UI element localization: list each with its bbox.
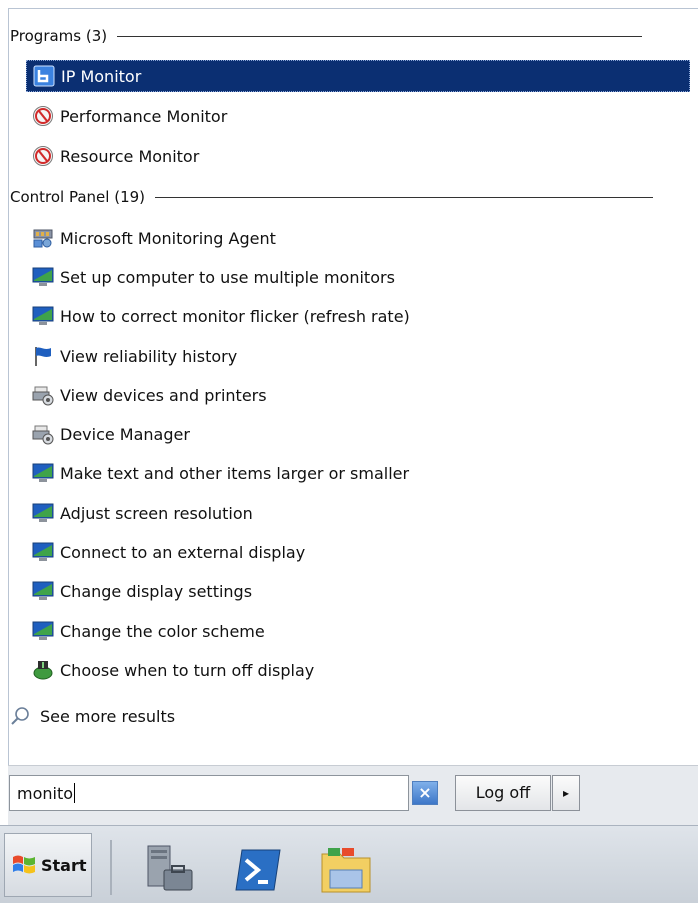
search-input[interactable]: monito: [9, 775, 409, 811]
result-reliability-history[interactable]: View reliability history: [26, 340, 690, 372]
device-manager-icon: [32, 425, 54, 445]
display-icon: [32, 503, 54, 522]
ip-monitor-icon: [33, 65, 55, 87]
result-label: View devices and printers: [60, 385, 267, 405]
result-label: Make text and other items larger or smal…: [60, 463, 410, 483]
result-device-manager[interactable]: Device Manager: [26, 418, 690, 450]
divider: [155, 196, 654, 198]
group-header-label: Control Panel (19): [10, 188, 146, 206]
result-label: How to correct monitor flicker (refresh …: [60, 306, 410, 326]
log-off-button[interactable]: Log off: [455, 775, 551, 811]
result-label: Performance Monitor: [60, 106, 228, 126]
result-color-scheme[interactable]: Change the color scheme: [26, 615, 690, 647]
result-label: IP Monitor: [61, 66, 142, 86]
result-text-size[interactable]: Make text and other items larger or smal…: [26, 457, 690, 489]
result-multiple-monitors[interactable]: Set up computer to use multiple monitors: [26, 261, 690, 293]
result-performance-monitor[interactable]: Performance Monitor: [26, 100, 690, 132]
result-screen-resolution[interactable]: Adjust screen resolution: [26, 497, 690, 529]
result-label: Resource Monitor: [60, 146, 200, 166]
devices-printers-icon: [32, 386, 54, 406]
clear-search-button[interactable]: ×: [412, 781, 438, 805]
divider: [117, 35, 643, 37]
powershell-icon[interactable]: [230, 842, 286, 898]
result-turn-off-display[interactable]: Choose when to turn off display: [26, 654, 690, 686]
see-more-results-link[interactable]: See more results: [10, 703, 175, 729]
file-explorer-icon[interactable]: [318, 842, 374, 898]
result-external-display[interactable]: Connect to an external display: [26, 536, 690, 568]
result-display-settings[interactable]: Change display settings: [26, 575, 690, 607]
result-devices-printers[interactable]: View devices and printers: [26, 379, 690, 411]
result-monitor-flicker[interactable]: How to correct monitor flicker (refresh …: [26, 300, 690, 332]
result-resource-monitor[interactable]: Resource Monitor: [26, 140, 690, 172]
display-icon: [32, 542, 54, 561]
result-microsoft-monitoring-agent[interactable]: Microsoft Monitoring Agent: [26, 222, 690, 254]
group-header-programs: Programs (3): [10, 24, 643, 48]
display-icon: [32, 306, 54, 325]
resource-monitor-icon: [33, 146, 53, 166]
result-ip-monitor[interactable]: IP Monitor: [26, 60, 690, 92]
taskbar-separator: [110, 840, 112, 895]
group-header-control-panel: Control Panel (19): [10, 185, 654, 209]
result-label: Microsoft Monitoring Agent: [60, 228, 276, 248]
display-icon: [32, 621, 54, 640]
monitoring-agent-icon: [33, 229, 53, 248]
start-button[interactable]: Start: [4, 833, 92, 897]
result-label: Change the color scheme: [60, 621, 265, 641]
search-value: monito: [17, 783, 74, 803]
group-header-label: Programs (3): [10, 27, 108, 45]
result-label: Change display settings: [60, 581, 253, 601]
result-label: Adjust screen resolution: [60, 503, 253, 523]
display-icon: [32, 267, 54, 286]
log-off-label: Log off: [475, 783, 531, 802]
display-icon: [32, 581, 54, 600]
result-label: Device Manager: [60, 424, 190, 444]
result-label: Set up computer to use multiple monitors: [60, 267, 395, 287]
see-more-label: See more results: [40, 706, 176, 726]
power-options-icon: [33, 661, 53, 680]
display-icon: [32, 463, 54, 482]
start-label: Start: [41, 855, 87, 875]
windows-logo-icon: [13, 855, 35, 874]
performance-monitor-icon: [33, 106, 53, 126]
result-label: View reliability history: [60, 346, 238, 366]
result-label: Choose when to turn off display: [60, 660, 315, 680]
text-caret: [74, 783, 76, 803]
search-icon: [11, 707, 29, 725]
shutdown-options-button[interactable]: ▸: [552, 775, 580, 811]
result-label: Connect to an external display: [60, 542, 306, 562]
flag-icon: [35, 347, 51, 366]
clear-icon: ×: [418, 783, 432, 802]
server-manager-icon[interactable]: [142, 842, 198, 898]
chevron-right-icon: ▸: [562, 786, 570, 800]
